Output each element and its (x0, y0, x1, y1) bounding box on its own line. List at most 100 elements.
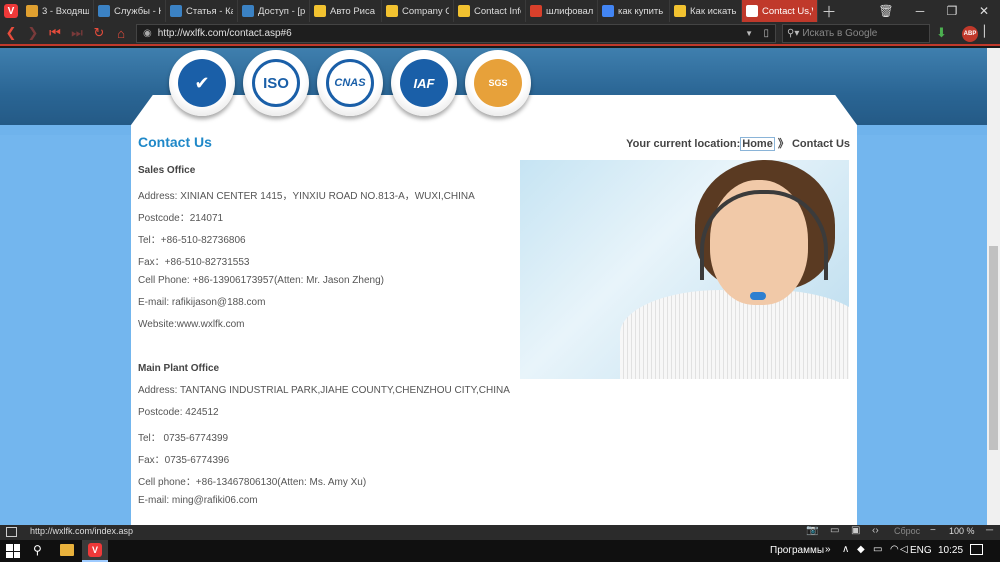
tab-label: Авто Риса О (330, 5, 377, 17)
tab-label: Статья - Кан (186, 5, 233, 17)
tab-label: Contact Infor (474, 5, 521, 17)
browser-tab[interactable]: Contact Infor (454, 0, 526, 22)
volume-icon[interactable]: ◁ (900, 544, 908, 555)
reload-button[interactable]: ↻ (88, 22, 110, 44)
breadcrumb-home-link[interactable]: Home (740, 137, 775, 151)
forward-button[interactable]: ❯ (22, 22, 44, 44)
camera-icon[interactable]: 📷 (806, 525, 818, 536)
favicon-icon (26, 5, 38, 17)
plant-email: E-mail: ming@rafiki06.com (138, 495, 258, 506)
browser-tab[interactable]: Доступ - [ре (238, 0, 310, 22)
minimize-button[interactable]: ─ (904, 0, 936, 22)
panel-toggle-icon[interactable]: ▏ (984, 25, 992, 38)
browser-tab[interactable]: Службы - Ка (94, 0, 166, 22)
tile-icon[interactable]: ▭ (830, 525, 839, 536)
navigation-bar: ❮ ❯ ⏮ ⏭ ↻ ⌂ ◉ http://wxlfk.com/contact.a… (0, 22, 1000, 46)
zoom-in-icon[interactable]: ─ (986, 525, 993, 536)
breadcrumb: Your current location: Home 》 Contact Us (626, 135, 850, 151)
windows-start-icon[interactable] (6, 544, 20, 558)
iaf-label: IAF (400, 59, 448, 107)
back-button[interactable]: ❮ (0, 22, 22, 44)
dropdown-arrow-icon[interactable]: ▼ (745, 29, 753, 38)
tab-bar: V 3 - Входящи Службы - Ка Статья - Кан Дост… (0, 0, 1000, 22)
language-indicator[interactable]: ENG (910, 545, 932, 556)
zoom-out-icon[interactable]: − (930, 525, 936, 536)
cnas-label: CNAS (326, 59, 374, 107)
search-placeholder: Искать в Google (802, 28, 878, 39)
content-panel: Contact Us Your current location: Home 》 … (131, 125, 857, 525)
sales-cell: Cell Phone: +86-13906173957(Atten: Mr. J… (138, 275, 384, 286)
iaf-cert-badge: IAF (391, 50, 457, 116)
clock[interactable]: 10:25 (938, 545, 963, 556)
favicon-icon (458, 5, 470, 17)
tab-label: Как искать, (690, 5, 737, 17)
zoom-reset-button[interactable]: Сброс (894, 526, 920, 536)
scrollbar-thumb[interactable] (989, 246, 998, 450)
cnas-cert-badge: CNAS (317, 50, 383, 116)
address-field[interactable]: ◉ http://wxlfk.com/contact.asp#6 ▼ ▯ (136, 24, 776, 43)
sgs-label: SGS (474, 59, 522, 107)
browser-tab[interactable]: шлифовальн (526, 0, 598, 22)
notification-icon[interactable] (970, 544, 983, 555)
sales-office-heading: Sales Office (138, 165, 196, 176)
search-input[interactable]: ⚲▾ Искать в Google (782, 24, 930, 43)
browser-tab[interactable]: Статья - Кан (166, 0, 238, 22)
plant-postcode: Postcode: 424512 (138, 407, 219, 418)
fast-forward-button[interactable]: ⏭ (66, 22, 88, 44)
breadcrumb-separator: 》 (777, 138, 789, 150)
vertical-scrollbar[interactable] (987, 48, 1000, 525)
iso-cert-badge: ISO (243, 50, 309, 116)
browser-tab[interactable]: Как искать, (670, 0, 742, 22)
home-button[interactable]: ⌂ (110, 22, 132, 44)
new-tab-button[interactable]: ＋ (818, 0, 840, 22)
breadcrumb-current: Contact Us (791, 138, 850, 150)
windows-taskbar: ⚲ V Программы » ∧ ◆ ▭ ◠ ◁ ENG 10:25 (0, 540, 1000, 562)
rewind-button[interactable]: ⏮ (44, 22, 66, 44)
chevron-right-icon[interactable]: » (825, 544, 831, 555)
tab-label: как купить н (618, 5, 665, 17)
tab-label: Доступ - [ре (258, 5, 305, 17)
bookmark-icon[interactable]: ▯ (763, 28, 769, 39)
plant-office-heading: Main Plant Office (138, 363, 220, 374)
browser-tab[interactable]: Авто Риса О (310, 0, 382, 22)
code-icon[interactable]: ‹› (872, 525, 879, 536)
vivaldi-menu-button[interactable]: V (0, 0, 22, 22)
checkmark-icon: ✔ (178, 59, 226, 107)
plant-tel: Tel： 0735-6774399 (138, 433, 229, 444)
tab-label: Company Ov (402, 5, 449, 17)
trash-icon[interactable]: 🗑 (870, 0, 902, 22)
tab-label: шлифовальн (546, 5, 593, 17)
address-text: http://wxlfk.com/contact.asp#6 (157, 28, 292, 39)
tray-app-icon[interactable]: ◆ (857, 544, 865, 555)
vivaldi-taskbar-button[interactable]: V (82, 540, 108, 562)
sales-fax: Fax：+86-510-82731553 (138, 257, 250, 268)
wifi-icon[interactable]: ◠ (890, 544, 899, 555)
adblock-icon[interactable]: ABP (962, 26, 978, 42)
tab-strip: 3 - Входящи Службы - Ка Статья - Кан Доступ… (22, 0, 818, 22)
plant-address: Address: TANTANG INDUSTRIAL PARK,JIAHE C… (138, 385, 510, 396)
browser-tab[interactable]: как купить н (598, 0, 670, 22)
browser-tab[interactable]: 3 - Входящи (22, 0, 94, 22)
sales-postcode: Postcode：214071 (138, 213, 224, 224)
close-window-button[interactable]: ✕ (968, 0, 1000, 22)
favicon-icon (314, 5, 326, 17)
sales-address: Address: XINIAN CENTER 1415，YINXIU ROAD … (138, 191, 475, 202)
search-icon[interactable]: ⚲ (33, 543, 42, 557)
plant-fax: Fax：0735-6774396 (138, 455, 230, 466)
zoom-level[interactable]: 100 % (949, 526, 975, 536)
folder-icon[interactable] (60, 544, 74, 556)
tab-label: 3 - Входящи (42, 5, 89, 17)
panel-toggle-button[interactable] (6, 527, 17, 537)
tray-programs-label[interactable]: Программы (770, 545, 824, 556)
sales-email: E-mail: rafikijason@188.com (138, 297, 266, 308)
chevron-up-icon[interactable]: ∧ (842, 544, 849, 555)
maximize-button[interactable]: ❐ (936, 0, 968, 22)
download-icon[interactable]: ⬇ (936, 25, 947, 41)
image-icon[interactable]: ▣ (851, 525, 860, 536)
iso-label: ISO (252, 59, 300, 107)
browser-tab[interactable]: Company Ov (382, 0, 454, 22)
favicon-icon (530, 5, 542, 17)
favicon-icon (242, 5, 254, 17)
battery-icon[interactable]: ▭ (873, 544, 882, 555)
browser-tab[interactable]: Contact Us,W (742, 0, 818, 22)
